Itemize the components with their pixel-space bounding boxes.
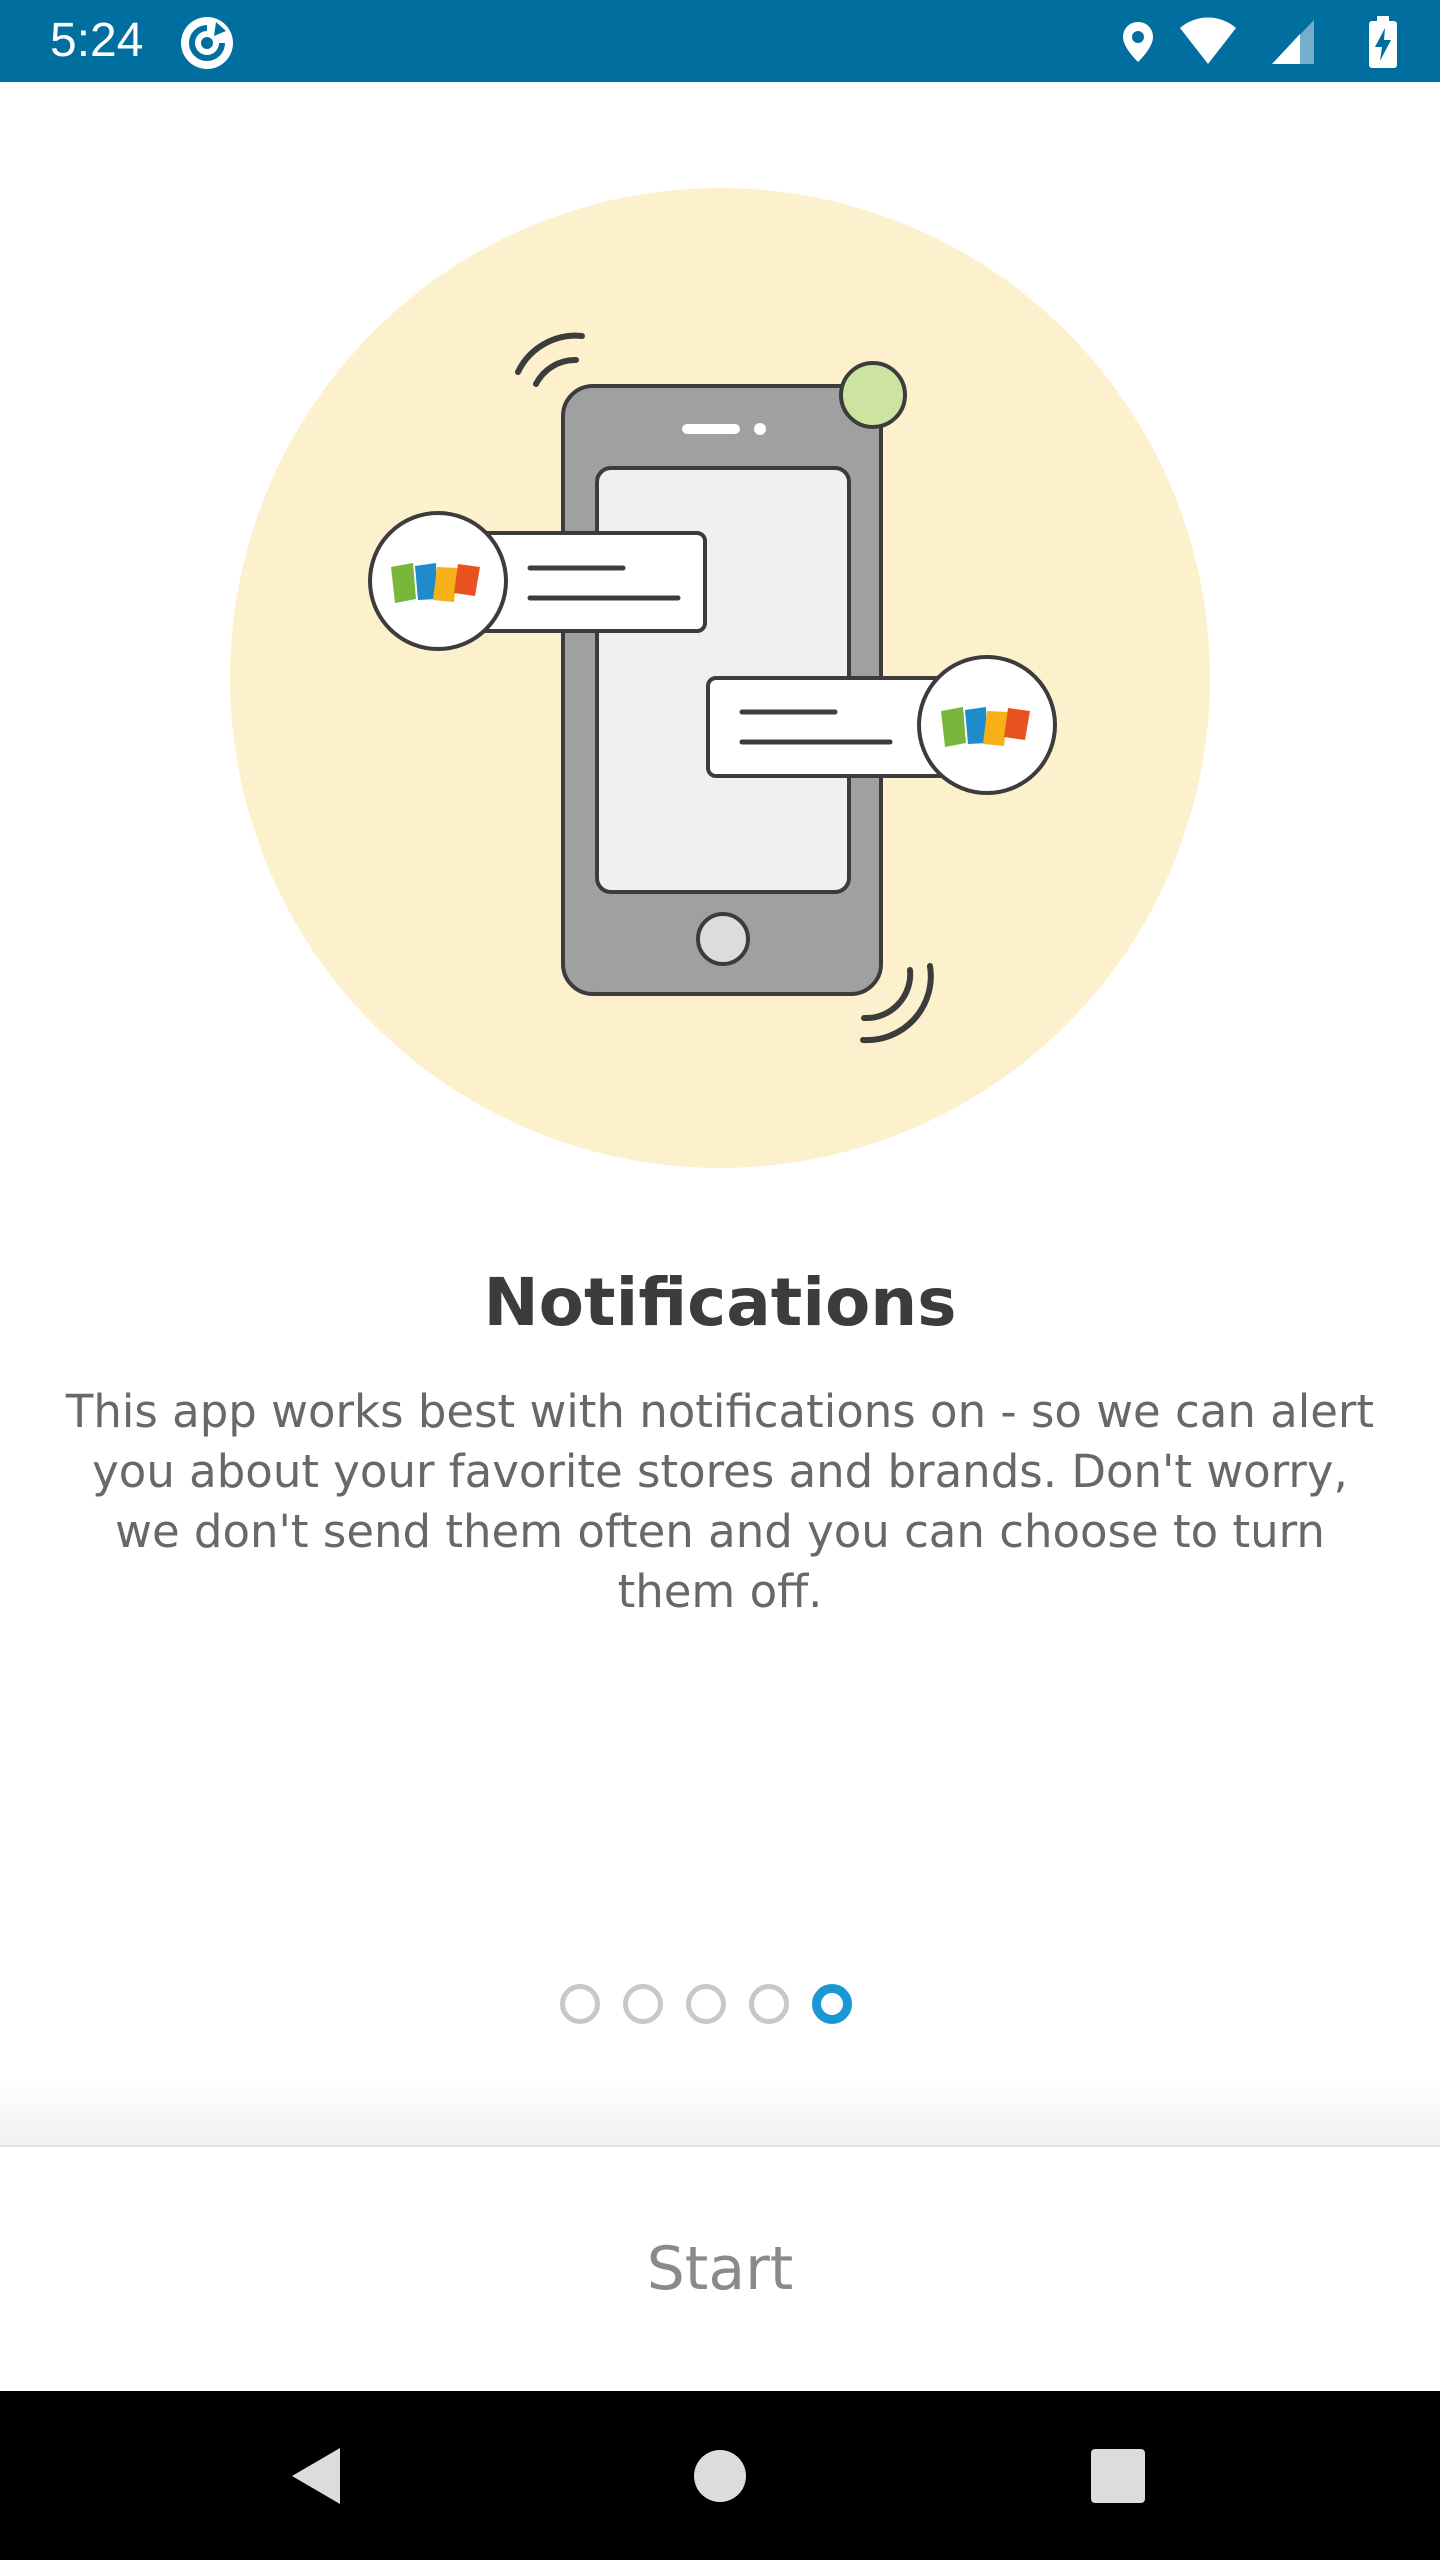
recents-icon[interactable] [1073,2431,1163,2521]
page-dot-1[interactable] [560,1984,600,2024]
page-dot-5-active[interactable] [812,1984,852,2024]
notification-dot [839,361,907,429]
system-nav-bar [0,2391,1440,2560]
battery-charging-icon [1369,16,1397,68]
bottom-shadow [0,2080,1440,2146]
status-bar: 5:24 [0,0,1440,82]
phone-notifications-illustration [230,188,1210,1168]
message-bubble-left [368,511,707,651]
onboarding-description: This app works best with notifications o… [65,1385,1375,1618]
cell-signal-icon [1272,20,1314,64]
wifi-icon [1180,17,1236,64]
page-indicator [556,1980,886,2036]
page-dot-4[interactable] [749,1984,789,2024]
location-icon [1123,22,1153,62]
back-icon[interactable] [273,2431,363,2521]
status-time: 5:24 [50,14,144,67]
start-button[interactable]: Start [0,2147,1440,2391]
onboarding-title: Notifications [483,1264,957,1341]
page-dot-2[interactable] [623,1984,663,2024]
page-dot-3[interactable] [686,1984,726,2024]
message-bubble-right [706,655,1057,795]
home-icon[interactable] [675,2431,765,2521]
app-sync-icon [181,17,233,69]
